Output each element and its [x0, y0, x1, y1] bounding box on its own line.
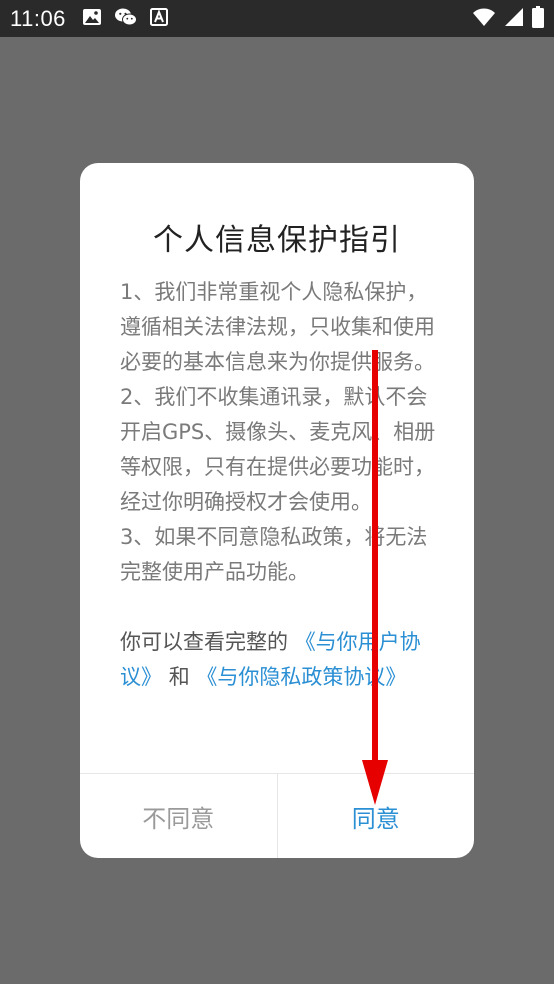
wechat-icon [114, 7, 138, 31]
wifi-icon [472, 7, 496, 31]
notification-icons [82, 7, 168, 31]
dialog-body: 1、我们非常重视个人隐私保护，遵循相关法律法规，只收集和使用必要的基本信息来为你… [120, 275, 438, 695]
status-time: 11:06 [10, 5, 66, 31]
link-prefix: 你可以查看完整的 [120, 630, 288, 654]
privacy-point-1: 1、我们非常重视个人隐私保护，遵循相关法律法规，只收集和使用必要的基本信息来为你… [120, 280, 435, 374]
battery-icon [532, 5, 544, 32]
agreement-links: 你可以查看完整的 《与你用户协议》 和 《与你隐私政策协议》 [120, 625, 438, 695]
image-icon [82, 8, 102, 30]
system-status-icons [472, 5, 544, 32]
font-icon [149, 7, 168, 30]
status-bar: 11:06 [0, 0, 554, 37]
privacy-point-3: 3、如果不同意隐私政策，将无法完整使用产品功能。 [120, 525, 428, 584]
privacy-policy-link[interactable]: 《与你隐私政策协议》 [196, 665, 406, 689]
privacy-dialog: 个人信息保护指引 1、我们非常重视个人隐私保护，遵循相关法律法规，只收集和使用必… [80, 163, 474, 858]
dialog-title: 个人信息保护指引 [153, 223, 401, 258]
disagree-button[interactable]: 不同意 [80, 774, 278, 858]
signal-icon [504, 7, 524, 31]
agree-button[interactable]: 同意 [278, 774, 475, 858]
privacy-point-2: 2、我们不收集通讯录，默认不会开启GPS、摄像头、麦克风、相册等权限，只有在提供… [120, 385, 436, 514]
dialog-actions: 不同意 同意 [80, 773, 474, 858]
and-text: 和 [168, 665, 190, 689]
